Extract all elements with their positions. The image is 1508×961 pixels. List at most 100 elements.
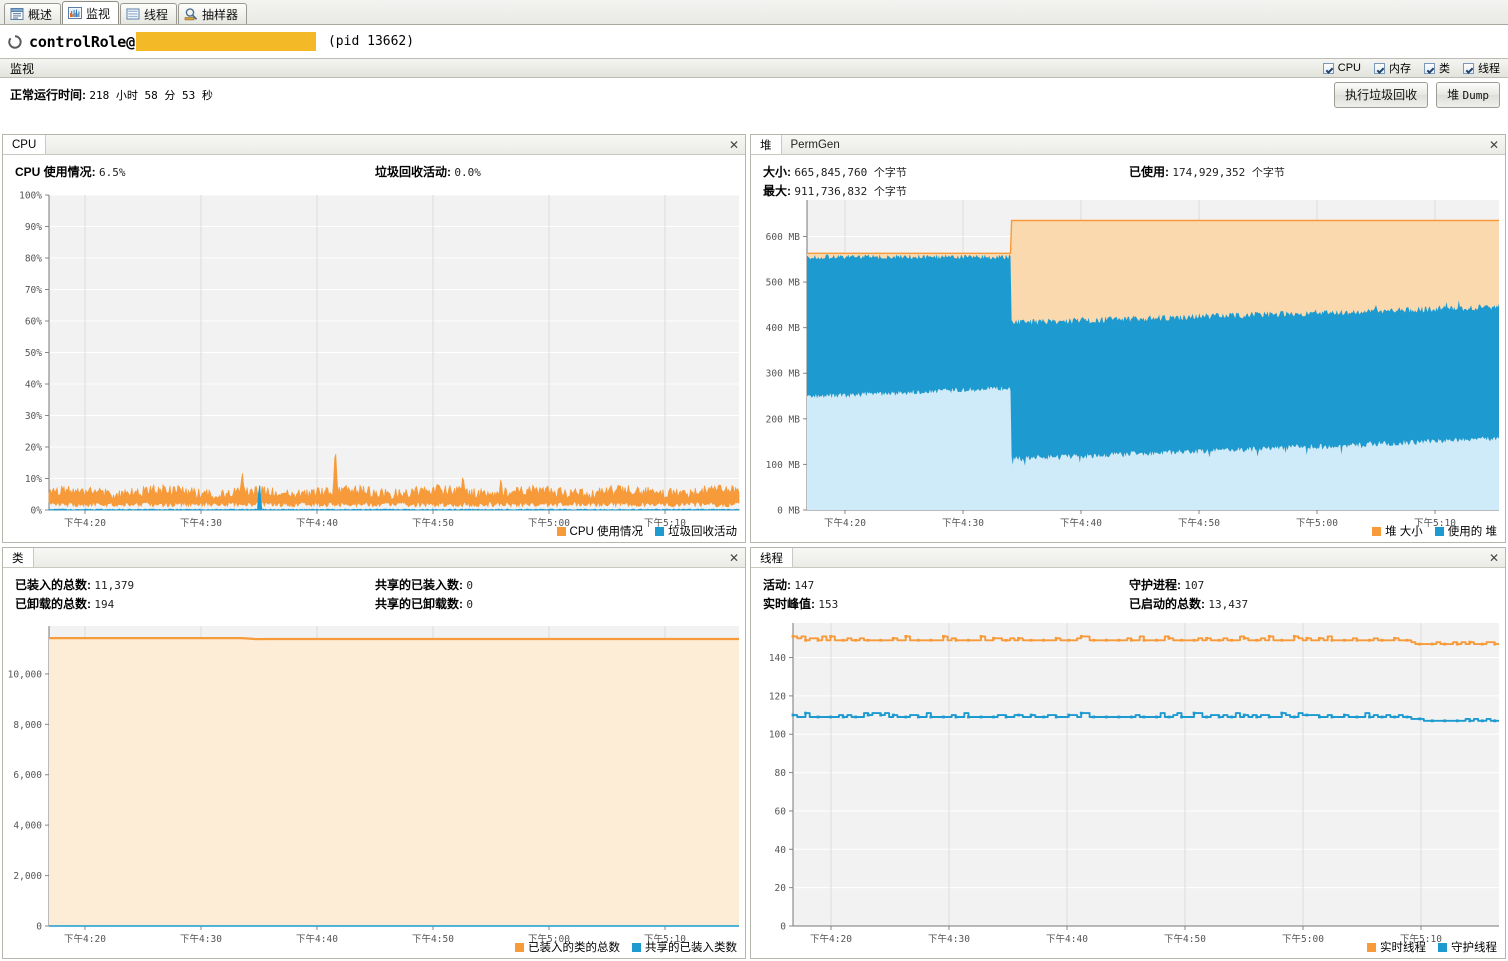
perform-gc-button[interactable]: 执行垃圾回收 [1334, 81, 1429, 108]
svg-text:下午4:30: 下午4:30 [928, 933, 970, 945]
uptime-value: 218 小时 58 分 53 秒 [89, 89, 213, 102]
svg-text:60: 60 [775, 806, 787, 817]
heap-panel: 堆 PermGen ✕ 大小: 665,845,760 个字节 最大: 911,… [750, 134, 1506, 543]
heap-header-spacer [849, 135, 1483, 154]
threads-live-label: 活动: [763, 578, 791, 592]
cpu-legend: CPU 使用情况 垃圾回收活动 [556, 523, 737, 539]
tab-overview-label: 概述 [28, 7, 53, 22]
threads-legend-item-daemon: 守护线程 [1438, 939, 1497, 955]
tab-monitor[interactable]: 监视 [62, 1, 120, 24]
uptime-row: 正常运行时间: 218 小时 58 分 53 秒 执行垃圾回收 堆 Dump [0, 78, 1508, 111]
checkbox-classes-box[interactable] [1424, 62, 1435, 74]
threads-live-stat: 活动: 147 [763, 576, 1129, 593]
heap-legend-label-used: 使用的 堆 [1447, 526, 1497, 538]
svg-text:600 MB: 600 MB [766, 232, 801, 243]
threads-legend-swatch-daemon [1438, 942, 1447, 952]
threads-panel: 线程 ✕ 活动: 147 实时峰值: 153 守护进程: 107 已启动的总数:… [750, 547, 1506, 959]
action-button-group: 执行垃圾回收 堆 Dump [1334, 81, 1500, 108]
classes-panel-body: 已装入的总数: 11,379 已卸载的总数: 194 共享的已装入数: 0 共享… [3, 568, 745, 958]
checkbox-cpu-box[interactable] [1322, 62, 1334, 74]
threads-legend-swatch-live [1367, 942, 1376, 952]
checkbox-threads-box[interactable] [1463, 62, 1474, 74]
threads-chart-svg: 0 20 40 60 80 100 120 140 下午4:20 下午4:30 下午4:40 下午4:… [769, 623, 1499, 945]
heap-chart[interactable]: 0 MB 100 MB 200 MB 300 MB 400 MB 500 MB 600 MB… [751, 192, 1505, 542]
svg-text:500 MB: 500 MB [766, 278, 801, 289]
threads-peak-stat: 实时峰值: 153 [763, 595, 1129, 612]
classes-stats-col-right: 共享的已装入数: 0 共享的已卸载数: 0 [375, 576, 735, 614]
close-icon[interactable]: ✕ [723, 548, 745, 567]
classes-panel-tab[interactable]: 类 [3, 548, 34, 567]
classes-panel: 类 ✕ 已装入的总数: 11,379 已卸载的总数: 194 共享的已装入数: … [2, 547, 746, 959]
svg-text:300 MB: 300 MB [766, 369, 801, 380]
threads-panel-body: 活动: 147 实时峰值: 153 守护进程: 107 已启动的总数: 13,4… [751, 568, 1505, 958]
close-icon[interactable]: ✕ [723, 135, 745, 154]
tab-sampler[interactable]: 抽样器 [178, 3, 248, 24]
checkbox-memory-box[interactable] [1374, 62, 1385, 74]
svg-text:6,000: 6,000 [13, 770, 42, 781]
heap-panel-tab-permgen[interactable]: PermGen [782, 135, 849, 154]
heap-panel-tab-heap[interactable]: 堆 [751, 135, 782, 154]
heap-legend-swatch-used [1434, 526, 1444, 536]
heap-dump-prefix: 堆 [1447, 87, 1463, 102]
cpu-legend-label-gc: 垃圾回收活动 [668, 526, 737, 538]
svg-text:40: 40 [775, 845, 787, 856]
tab-overview[interactable]: 概述 [4, 3, 62, 24]
svg-text:下午4:50: 下午4:50 [1164, 933, 1206, 945]
classes-loaded-label: 已装入的总数: [15, 578, 91, 592]
svg-text:2,000: 2,000 [13, 871, 42, 882]
checkbox-threads-label: 线程 [1478, 63, 1500, 75]
cpu-stats-col-right: 垃圾回收活动: 0.0% [375, 163, 735, 182]
threads-icon [126, 8, 140, 20]
threads-stats-col-right: 守护进程: 107 已启动的总数: 13,437 [1129, 576, 1495, 614]
classes-panel-header: 类 ✕ [3, 548, 745, 568]
cpu-panel-tab[interactable]: CPU [3, 135, 47, 154]
cpu-legend-label-usage: CPU 使用情况 [569, 526, 643, 538]
heap-size-label: 大小: [763, 165, 791, 179]
cpu-chart[interactable]: 0% 10% 20% 30% 40% 50% 60% 70% 80% 90% 100% 下午4:20 下… [3, 187, 745, 542]
threads-panel-tab[interactable]: 线程 [751, 548, 793, 567]
svg-text:140: 140 [769, 653, 786, 664]
svg-text:下午4:30: 下午4:30 [942, 517, 984, 529]
svg-text:0: 0 [780, 922, 786, 933]
classes-unloaded-label: 已卸载的总数: [15, 597, 91, 611]
svg-text:下午4:30: 下午4:30 [180, 933, 222, 945]
threads-chart[interactable]: 0 20 40 60 80 100 120 140 下午4:20 下午4:30 下午4:40 下午4:… [751, 615, 1505, 958]
threads-peak-label: 实时峰值: [763, 597, 815, 611]
tab-threads[interactable]: 线程 [120, 3, 178, 24]
gc-activity-stat: 垃圾回收活动: 0.0% [375, 163, 735, 180]
svg-text:下午4:50: 下午4:50 [412, 517, 454, 529]
threads-stats-col-left: 活动: 147 实时峰值: 153 [763, 576, 1129, 614]
svg-text:100%: 100% [19, 191, 42, 202]
heap-legend: 堆 大小 使用的 堆 [1372, 523, 1497, 539]
classes-shared-loaded-label: 共享的已装入数: [375, 578, 463, 592]
heap-legend-item-size: 堆 大小 [1372, 523, 1423, 539]
svg-text:8,000: 8,000 [13, 720, 42, 731]
heap-chart-svg: 0 MB 100 MB 200 MB 300 MB 400 MB 500 MB 600 MB… [766, 200, 1499, 529]
close-icon[interactable]: ✕ [1483, 548, 1505, 567]
classes-chart-svg: 0 2,000 4,000 6,000 8,000 10,000 下午4:20 下午4:30 下… [8, 626, 739, 945]
classes-legend-item-loaded: 已装入的类的总数 [515, 939, 620, 955]
redacted-hostname [135, 32, 316, 51]
checkbox-cpu[interactable]: CPU [1322, 62, 1361, 74]
classes-legend-label-shared: 共享的已装入类数 [645, 942, 737, 954]
svg-text:400 MB: 400 MB [766, 323, 801, 334]
svg-text:下午4:20: 下午4:20 [824, 517, 866, 529]
classes-legend-label-loaded: 已装入的类的总数 [528, 942, 620, 954]
uptime-block: 正常运行时间: 218 小时 58 分 53 秒 [10, 86, 213, 103]
classes-loaded-value: 11,379 [94, 579, 135, 592]
heap-dump-button[interactable]: 堆 Dump [1436, 81, 1500, 108]
close-icon[interactable]: ✕ [1483, 135, 1505, 154]
classes-legend-swatch-loaded [515, 942, 524, 952]
svg-text:120: 120 [769, 691, 786, 702]
checkbox-classes[interactable]: 类 [1424, 60, 1450, 76]
gc-activity-label: 垃圾回收活动: [375, 165, 451, 179]
section-title: 监视 [10, 61, 35, 76]
cpu-stats-col-left: CPU 使用情况: 6.5% [15, 163, 375, 182]
svg-text:下午4:30: 下午4:30 [180, 517, 222, 529]
checkbox-threads[interactable]: 线程 [1463, 60, 1500, 76]
checkbox-memory[interactable]: 内存 [1374, 60, 1411, 76]
classes-header-spacer [34, 548, 724, 567]
classes-chart[interactable]: 0 2,000 4,000 6,000 8,000 10,000 下午4:20 下午4:30 下… [3, 618, 745, 958]
gc-activity-value: 0.0% [454, 166, 481, 179]
svg-text:200 MB: 200 MB [766, 414, 801, 425]
